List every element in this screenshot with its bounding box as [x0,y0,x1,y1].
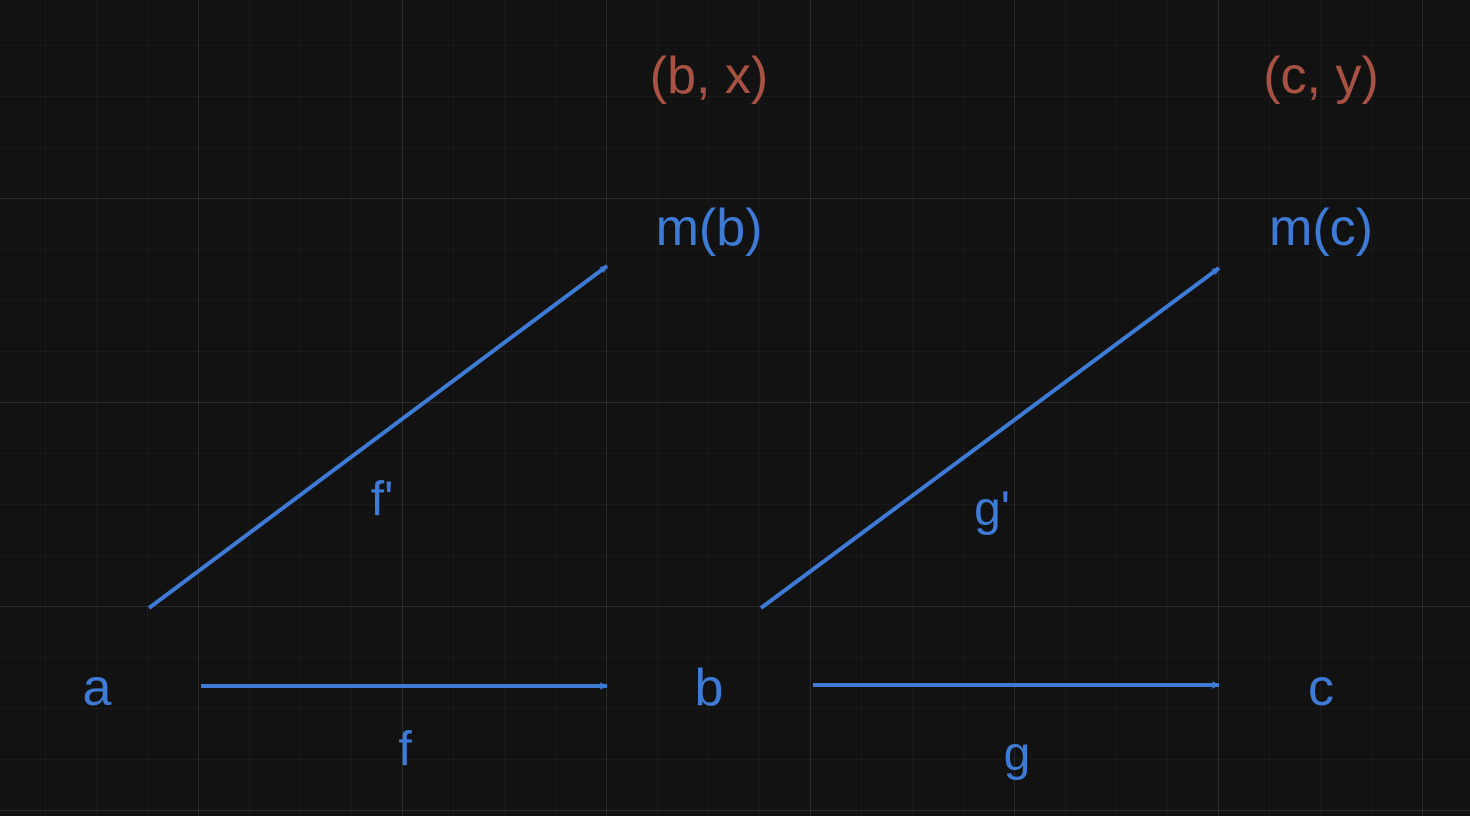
edge-label-f: f [398,723,412,776]
arrow-f-prime [147,264,609,610]
arrow-g-prime [759,266,1221,610]
edge-label-g-prime: g' [974,483,1010,536]
pair-b-x: (b, x) [649,47,769,105]
pair-c-y: (c, y) [1263,47,1379,105]
diagram-canvas: a b c m(b) m(c) (b, x) (c, y) f g f' g' [0,0,1470,816]
edge-label-g: g [1003,728,1031,781]
node-a: a [82,659,112,717]
edge-label-f-prime: f' [370,473,394,526]
node-m-c: m(c) [1269,199,1373,257]
arrows-layer [147,264,1221,690]
node-c: c [1308,659,1334,717]
node-m-b: m(b) [655,199,763,257]
node-b: b [694,659,724,717]
